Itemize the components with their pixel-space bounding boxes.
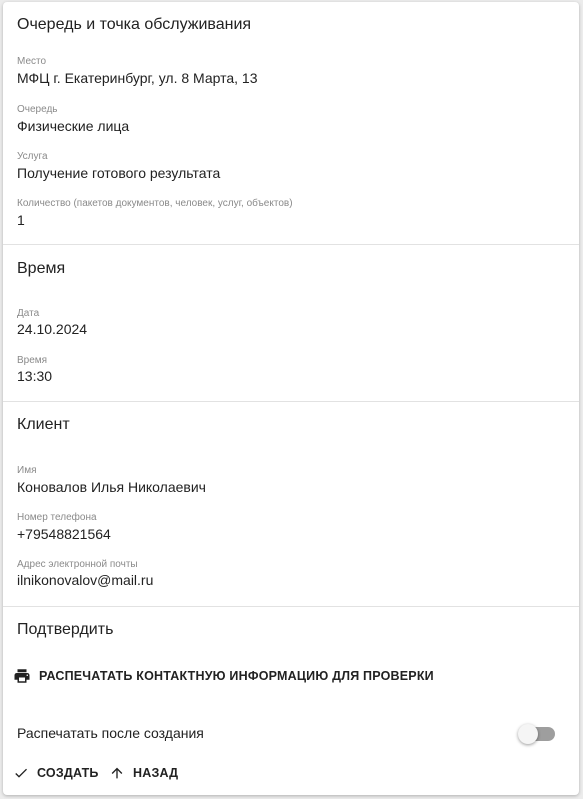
printer-icon [13,667,31,685]
phone-label: Номер телефона [17,512,97,523]
print-contact-label: РАСПЕЧАТАТЬ КОНТАКТНУЮ ИНФОРМАЦИЮ ДЛЯ ПР… [39,669,434,683]
toggle-knob [518,724,538,744]
queue-section: Очередь и точка обслуживания Место МФЦ г… [3,2,579,245]
email-value: ilnikonovalov@mail.ru [17,572,154,588]
create-button[interactable]: СОЗДАТЬ [13,765,99,781]
confirm-section-title: Подтвердить [17,621,114,638]
check-icon [13,765,29,781]
name-value: Коновалов Илья Николаевич [17,479,206,495]
place-value: МФЦ г. Екатеринбург, ул. 8 Марта, 13 [17,70,258,86]
queue-section-title: Очередь и точка обслуживания [17,16,252,33]
time-section-title: Время [17,260,66,277]
back-label: НАЗАД [133,766,179,780]
arrow-up-icon [109,765,125,781]
client-section: Клиент Имя Коновалов Илья Николаевич Ном… [3,402,579,607]
create-label: СОЗДАТЬ [37,766,99,780]
time-label: Время [17,355,48,366]
print-after-label: Распечатать после создания [17,725,204,741]
service-label: Услуга [17,151,48,162]
place-label: Место [17,56,47,67]
phone-value: +79548821564 [17,526,111,542]
name-label: Имя [17,465,37,476]
date-label: Дата [17,308,40,319]
time-section: Время Дата 24.10.2024 Время 13:30 [3,245,579,402]
confirm-section: Подтвердить РАСПЕЧАТАТЬ КОНТАКТНУЮ ИНФОР… [3,607,579,795]
client-section-title: Клиент [17,416,70,433]
quantity-label: Количество (пакетов документов, человек,… [17,198,293,209]
back-button[interactable]: НАЗАД [109,765,178,781]
service-value: Получение готового результата [17,165,221,181]
quantity-value: 1 [17,212,25,228]
time-value: 13:30 [17,368,53,384]
appointment-card: Очередь и точка обслуживания Место МФЦ г… [3,2,579,795]
queue-value: Физические лица [17,118,130,134]
print-after-toggle[interactable] [518,724,555,744]
date-value: 24.10.2024 [17,321,88,337]
queue-label: Очередь [17,104,58,115]
email-label: Адрес электронной почты [17,559,138,570]
print-contact-button[interactable]: РАСПЕЧАТАТЬ КОНТАКТНУЮ ИНФОРМАЦИЮ ДЛЯ ПР… [13,667,434,685]
